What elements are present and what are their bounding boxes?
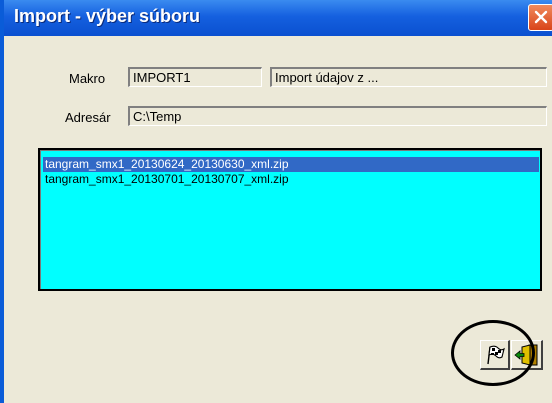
close-icon (534, 10, 548, 24)
file-name: tangram_smx1_20130624_20130630_xml.zip (45, 157, 289, 171)
adresar-label: Adresár (65, 110, 111, 125)
exit-door-icon (514, 344, 538, 366)
list-item[interactable]: tangram_smx1_20130624_20130630_xml.zip (43, 157, 539, 172)
makro-label: Makro (69, 71, 106, 86)
list-item[interactable]: tangram_smx1_20130701_20130707_xml.zip (43, 172, 539, 187)
title-bar[interactable]: Import - výber súboru (4, 0, 552, 36)
file-list-inner: tangram_smx1_20130624_20130630_xml.zip t… (40, 150, 540, 289)
file-name: tangram_smx1_20130701_20130707_xml.zip (45, 172, 289, 186)
confirm-button[interactable] (480, 340, 510, 370)
makro-description-field[interactable]: Import údajov z ... (270, 67, 547, 87)
adresar-field[interactable]: C:\Temp (128, 106, 547, 126)
import-dialog: Import - výber súboru Makro IMPORT1 Impo… (0, 0, 552, 403)
exit-button[interactable] (511, 340, 543, 370)
file-list[interactable]: tangram_smx1_20130624_20130630_xml.zip t… (38, 148, 542, 291)
checkered-flag-icon (487, 345, 505, 365)
close-button[interactable] (528, 4, 552, 31)
window-title: Import - výber súboru (14, 6, 201, 26)
makro-code-field[interactable]: IMPORT1 (128, 67, 262, 87)
